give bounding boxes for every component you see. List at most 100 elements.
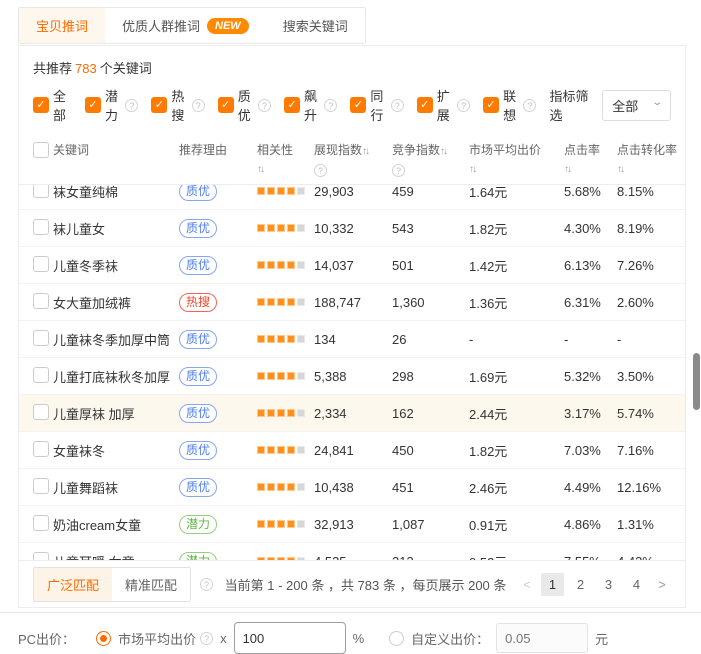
match-help-icon[interactable] — [200, 578, 213, 591]
sort-icon[interactable] — [257, 163, 263, 177]
page-number-4[interactable]: 4 — [625, 573, 648, 596]
help-icon[interactable] — [258, 99, 271, 112]
row-checkbox[interactable] — [33, 256, 49, 272]
row-checkbox[interactable] — [33, 552, 49, 561]
keyword-cell[interactable]: 儿童打底袜秋冬加厚 — [53, 367, 179, 386]
market-avg-bid-radio[interactable] — [96, 631, 111, 646]
select-all-checkbox[interactable] — [33, 142, 49, 158]
sort-icon[interactable] — [440, 144, 446, 160]
help-icon[interactable] — [324, 99, 337, 112]
column-header: 点击转化率 — [617, 142, 671, 175]
column-header-label[interactable]: 点击转化率 — [617, 142, 671, 158]
row-checkbox[interactable] — [33, 185, 49, 198]
keyword-cell[interactable]: 儿童袜冬季加厚中筒 — [53, 330, 179, 349]
relevance-bar-segment — [267, 224, 275, 232]
help-icon[interactable] — [457, 99, 470, 112]
column-header-label[interactable]: 相关性 — [257, 142, 314, 158]
prev-page-icon[interactable] — [518, 577, 536, 592]
broad-match-button[interactable]: 广泛匹配 — [34, 568, 112, 601]
tab-label: 宝贝推词 — [36, 16, 88, 35]
checkbox-checked-icon[interactable] — [483, 97, 499, 113]
page-number-1[interactable]: 1 — [541, 573, 564, 596]
market-avg-bid-help-icon[interactable] — [200, 632, 213, 645]
help-icon[interactable] — [125, 99, 138, 112]
help-icon[interactable] — [523, 99, 536, 112]
keyword-cell[interactable]: 儿童冬季袜 — [53, 256, 179, 275]
filter-rising[interactable]: 飙升 — [284, 86, 337, 124]
keyword-cell[interactable]: 奶油cream女童 — [53, 515, 179, 534]
reason-cell: 潜力 — [179, 552, 257, 561]
avg-bid-cell: 0.52元 — [469, 552, 564, 561]
filter-association[interactable]: 联想 — [483, 86, 536, 124]
column-label-text: 相关性 — [257, 143, 293, 157]
sort-icon[interactable] — [617, 163, 623, 177]
filter-peer[interactable]: 同行 — [350, 86, 403, 124]
help-icon[interactable] — [192, 99, 205, 112]
custom-bid-radio[interactable] — [389, 631, 404, 646]
relevance-bars — [257, 224, 314, 232]
row-checkbox[interactable] — [33, 478, 49, 494]
reason-badge: 质优 — [179, 404, 217, 423]
checkbox-checked-icon[interactable] — [151, 97, 167, 113]
filter-hot-search[interactable]: 热搜 — [151, 86, 204, 124]
metric-filter-select[interactable]: 全部 — [602, 90, 671, 121]
keyword-cell[interactable]: 儿童厚袜 加厚 — [53, 404, 179, 423]
page-number-3[interactable]: 3 — [597, 573, 620, 596]
row-checkbox[interactable] — [33, 219, 49, 235]
checkbox-checked-icon[interactable] — [284, 97, 300, 113]
row-checkbox[interactable] — [33, 441, 49, 457]
tab-item-recommend[interactable]: 宝贝推词 — [19, 8, 105, 43]
page-number-2[interactable]: 2 — [569, 573, 592, 596]
column-header-label[interactable]: 竞争指数 — [392, 142, 469, 160]
bid-multiplier-input[interactable] — [234, 622, 346, 654]
relevance-bar-segment — [287, 261, 295, 269]
checkbox-checked-icon[interactable] — [33, 97, 49, 113]
sort-icon[interactable] — [362, 144, 368, 160]
relevance-bar-segment — [267, 520, 275, 528]
row-checkbox-cell — [33, 293, 53, 312]
competition-cell: 543 — [392, 221, 469, 236]
relevance-bar-segment — [277, 261, 285, 269]
column-header-label[interactable]: 推荐理由 — [179, 142, 257, 158]
filter-label: 质优 — [238, 86, 254, 124]
tab-crowd-recommend[interactable]: 优质人群推词NEW — [105, 8, 266, 43]
keyword-cell[interactable]: 女童袜冬 — [53, 441, 179, 460]
filter-potential[interactable]: 潜力 — [85, 86, 138, 124]
filter-all[interactable]: 全部 — [33, 86, 72, 124]
keyword-cell[interactable]: 袜儿童女 — [53, 219, 179, 238]
column-header-label[interactable]: 点击率 — [564, 142, 617, 158]
filter-expand[interactable]: 扩展 — [417, 86, 470, 124]
next-page-icon[interactable] — [653, 577, 671, 592]
column-header-label[interactable]: 展现指数 — [314, 142, 392, 160]
exact-match-button[interactable]: 精准匹配 — [112, 568, 190, 601]
row-checkbox[interactable] — [33, 404, 49, 420]
row-checkbox[interactable] — [33, 515, 49, 531]
help-icon[interactable] — [314, 164, 327, 177]
filter-label: 潜力 — [105, 86, 121, 124]
row-checkbox[interactable] — [33, 367, 49, 383]
custom-bid-input[interactable] — [496, 623, 588, 653]
help-icon[interactable] — [391, 99, 404, 112]
keyword-cell[interactable]: 儿童舞蹈袜 — [53, 478, 179, 497]
vertical-scrollbar-thumb[interactable] — [693, 353, 700, 410]
keyword-cell[interactable]: 袜女童纯棉 — [53, 185, 179, 201]
reason-cell: 质优 — [179, 256, 257, 275]
row-checkbox[interactable] — [33, 330, 49, 346]
cvr-cell: 8.19% — [617, 221, 671, 236]
checkbox-checked-icon[interactable] — [218, 97, 234, 113]
filter-label: 同行 — [370, 86, 386, 124]
tab-search-keywords[interactable]: 搜索关键词 — [266, 8, 365, 43]
row-checkbox-cell — [33, 185, 53, 201]
keyword-cell[interactable]: 女大童加绒裤 — [53, 293, 179, 312]
keyword-cell[interactable]: 儿童耳暖 女童 — [53, 552, 179, 561]
sort-icon[interactable] — [469, 163, 475, 177]
checkbox-checked-icon[interactable] — [350, 97, 366, 113]
sort-icon[interactable] — [564, 163, 570, 177]
column-header-label[interactable]: 市场平均出价 — [469, 142, 564, 158]
checkbox-checked-icon[interactable] — [417, 97, 433, 113]
help-icon[interactable] — [392, 164, 405, 177]
column-header-label[interactable]: 关键词 — [53, 142, 179, 158]
filter-quality[interactable]: 质优 — [218, 86, 271, 124]
row-checkbox[interactable] — [33, 293, 49, 309]
checkbox-checked-icon[interactable] — [85, 97, 101, 113]
